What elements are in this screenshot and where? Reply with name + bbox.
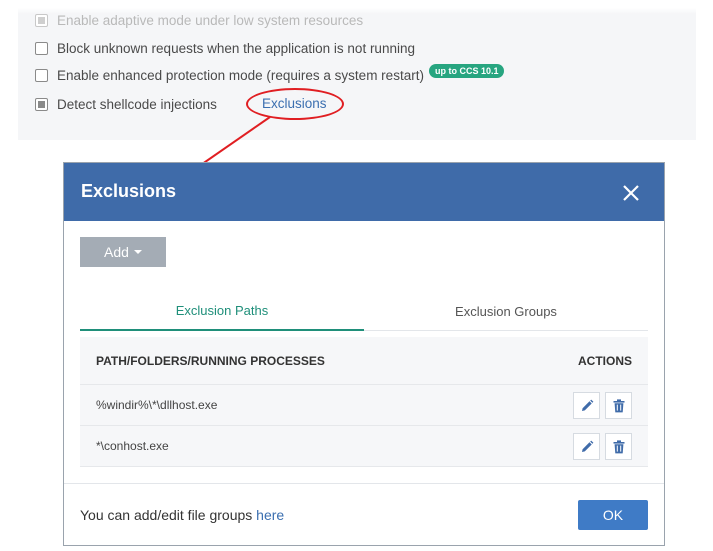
version-badge: up to CCS 10.1 [428, 64, 505, 78]
enhanced-protection-label: Enable enhanced protection mode (require… [57, 67, 424, 83]
add-button-label: Add [104, 244, 129, 260]
row-path: %windir%\*\dllhost.exe [96, 398, 218, 412]
table-row: %windir%\*\dllhost.exe [80, 385, 648, 426]
adaptive-mode-label: Enable adaptive mode under low system re… [57, 12, 364, 28]
trash-icon [613, 439, 624, 453]
tab-exclusion-groups[interactable]: Exclusion Groups [364, 291, 648, 331]
block-unknown-requests-checkbox[interactable] [35, 41, 48, 55]
exclusions-table: PATH/FOLDERS/RUNNING PROCESSES ACTIONS %… [80, 337, 648, 467]
pencil-icon [581, 440, 593, 452]
tab-exclusion-paths[interactable]: Exclusion Paths [80, 291, 364, 331]
adaptive-mode-checkbox[interactable] [35, 13, 48, 27]
delete-button[interactable] [605, 433, 632, 460]
edit-button[interactable] [573, 433, 600, 460]
option-detect-shellcode[interactable]: Detect shellcode injections [35, 94, 217, 114]
delete-button[interactable] [605, 392, 632, 419]
dialog-title: Exclusions [81, 181, 177, 201]
dialog-footer: You can add/edit file groups here OK [64, 483, 664, 545]
footer-text: You can add/edit file groups here [80, 507, 284, 523]
edit-button[interactable] [573, 392, 600, 419]
column-header-path: PATH/FOLDERS/RUNNING PROCESSES [96, 354, 325, 368]
close-icon[interactable] [621, 183, 641, 203]
option-adaptive-mode[interactable]: Enable adaptive mode under low system re… [35, 10, 363, 30]
add-button[interactable]: Add [80, 237, 166, 267]
table-row: *\conhost.exe [80, 426, 648, 467]
block-unknown-requests-label: Block unknown requests when the applicat… [57, 40, 415, 56]
detect-shellcode-checkbox[interactable] [35, 97, 48, 111]
detect-shellcode-label: Detect shellcode injections [57, 96, 217, 112]
column-header-actions: ACTIONS [578, 354, 632, 368]
row-path: *\conhost.exe [96, 439, 169, 453]
footer-text-label: You can add/edit file groups [80, 507, 257, 523]
enhanced-protection-checkbox[interactable] [35, 68, 48, 82]
pencil-icon [581, 399, 593, 411]
ok-button[interactable]: OK [578, 500, 648, 530]
here-link[interactable]: here [256, 507, 284, 523]
exclusions-dialog: Exclusions Add Exclusion Paths Exclusion… [63, 162, 665, 546]
trash-icon [613, 398, 624, 412]
dialog-header: Exclusions [64, 163, 664, 221]
callout-ellipse [246, 88, 344, 120]
tab-bar: Exclusion Paths Exclusion Groups [80, 291, 648, 331]
caret-down-icon [133, 250, 142, 254]
option-enhanced-protection[interactable]: Enable enhanced protection mode (require… [35, 64, 505, 85]
option-block-unknown-requests[interactable]: Block unknown requests when the applicat… [35, 38, 415, 58]
table-header: PATH/FOLDERS/RUNNING PROCESSES ACTIONS [80, 337, 648, 385]
